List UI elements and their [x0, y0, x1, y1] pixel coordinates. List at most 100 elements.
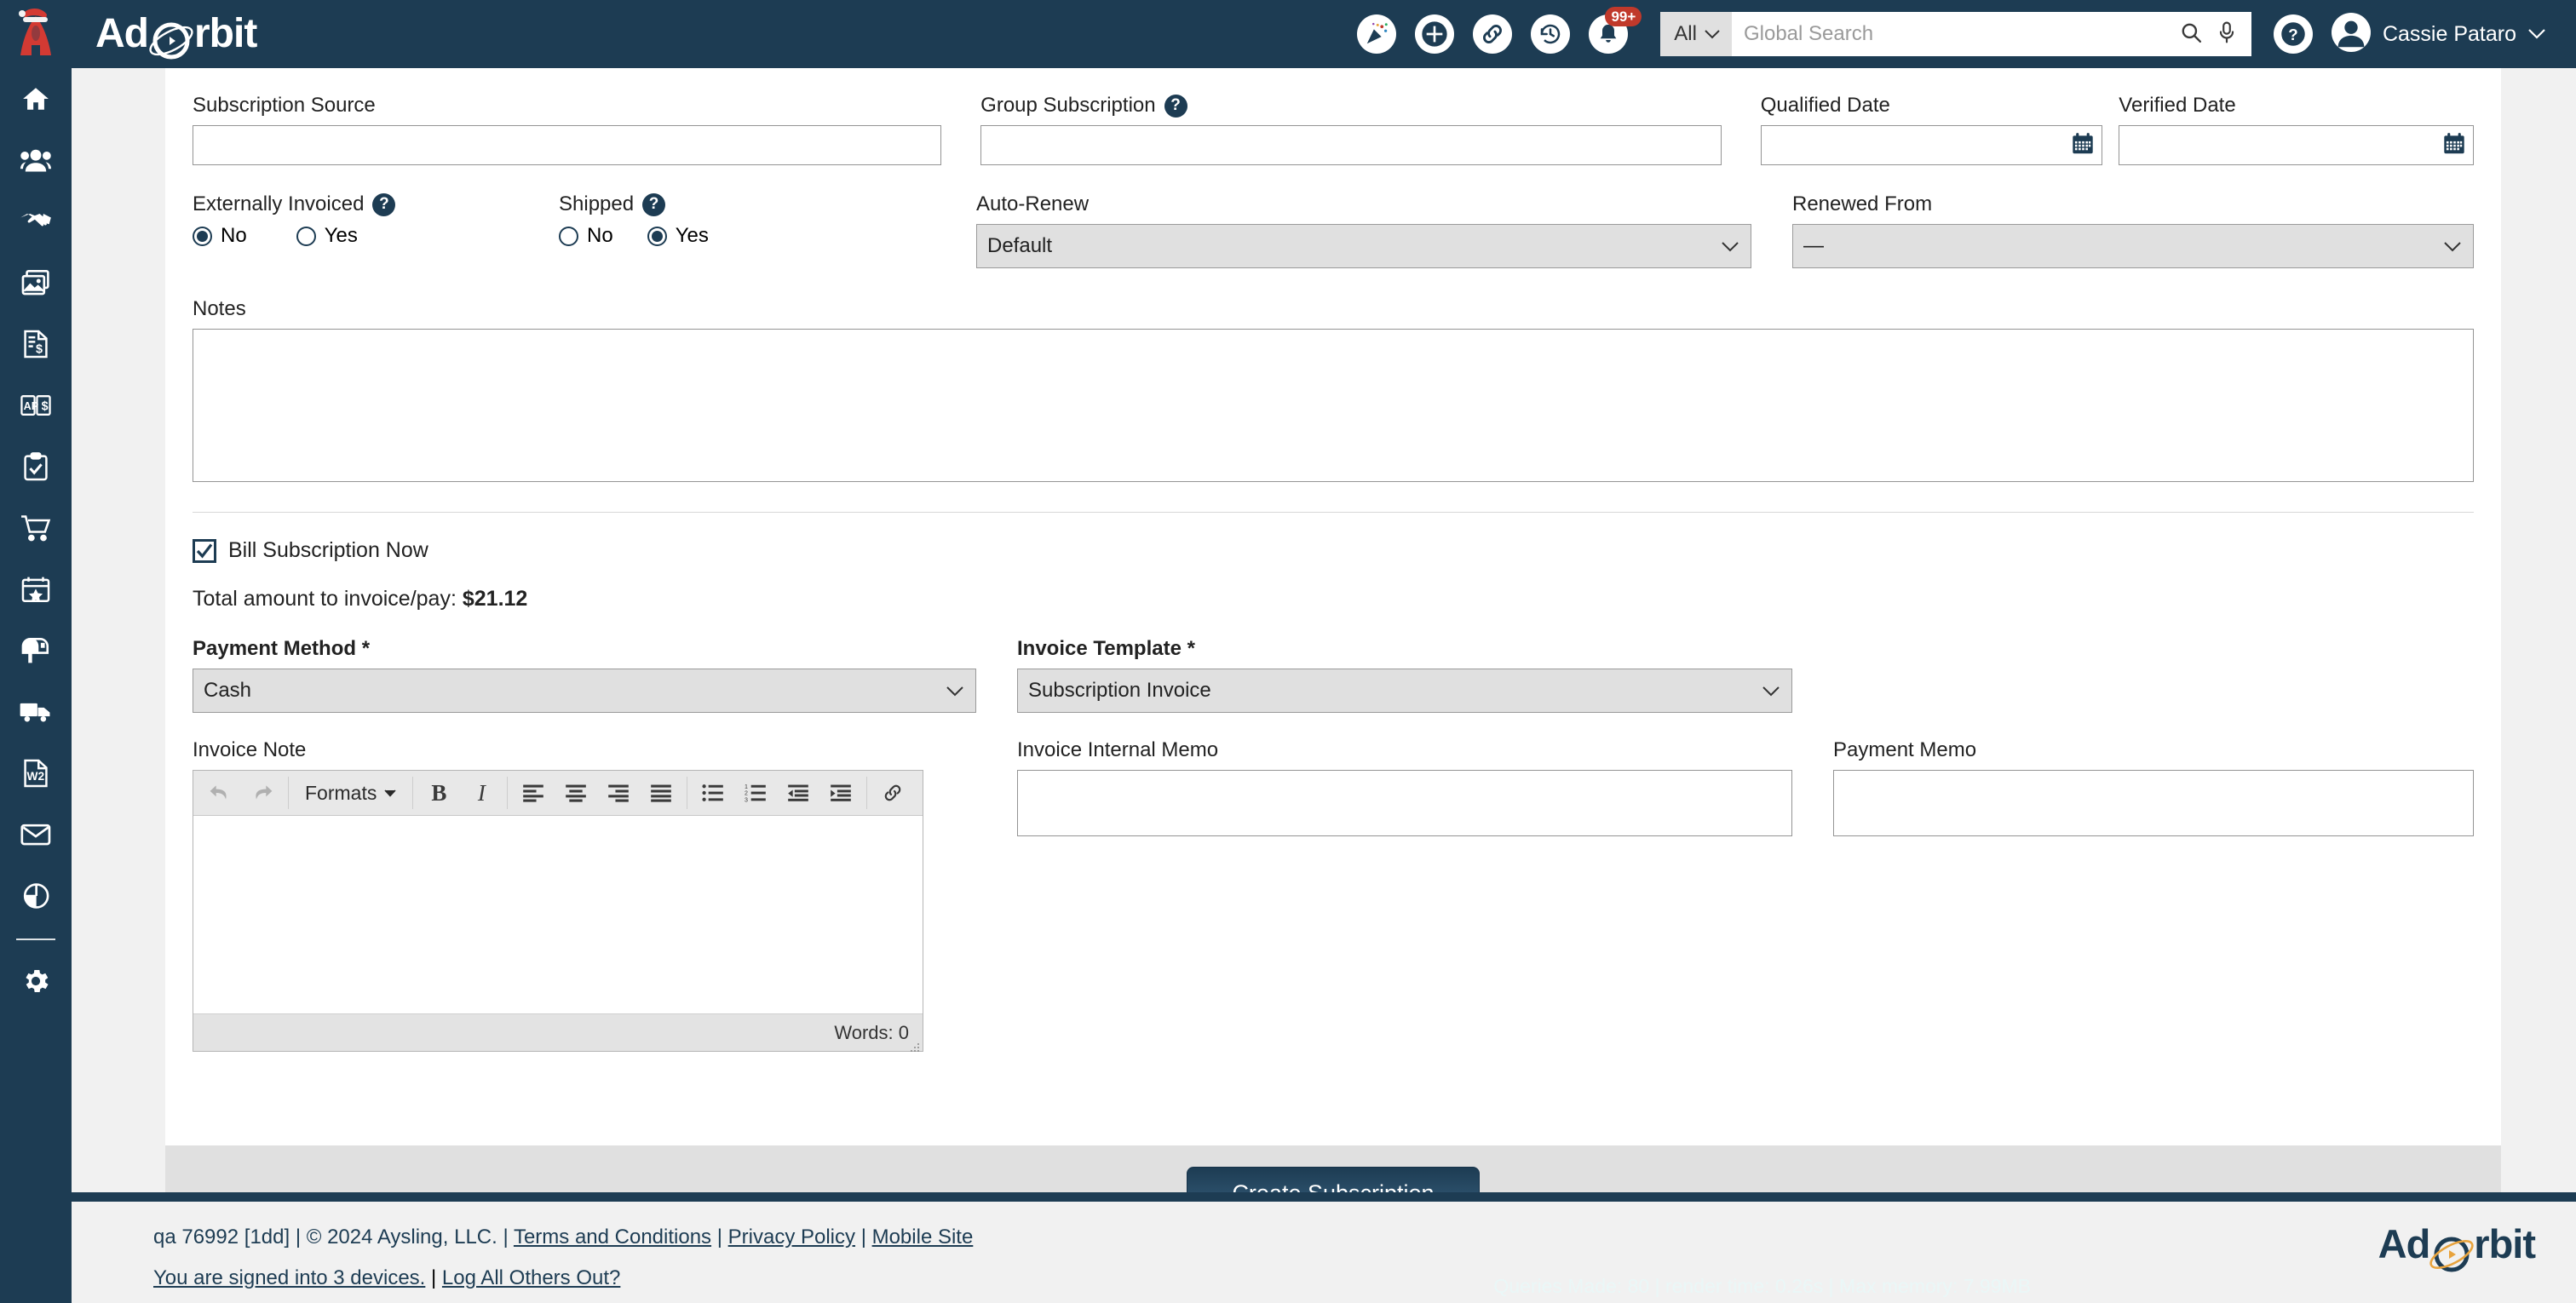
italic-icon[interactable]: I	[460, 774, 503, 812]
indent-icon[interactable]	[819, 774, 862, 812]
bullet-list-icon[interactable]	[692, 774, 734, 812]
link-icon[interactable]	[1473, 14, 1512, 54]
help-icon[interactable]: ?	[2274, 14, 2313, 54]
total-amount-line: Total amount to invoice/pay: $21.12	[193, 587, 2474, 611]
mobile-site-link[interactable]: Mobile Site	[872, 1226, 974, 1248]
sidebar-item-accounts-payable[interactable]: AP $	[0, 375, 72, 436]
sidebar-item-settings[interactable]	[0, 950, 72, 1012]
total-amount-prefix: Total amount to invoice/pay:	[193, 587, 457, 611]
log-all-others-out-link[interactable]: Log All Others Out?	[442, 1266, 620, 1289]
shipped-radio-no[interactable]	[559, 227, 578, 246]
svg-text:W2: W2	[27, 770, 45, 783]
link-icon[interactable]	[871, 774, 914, 812]
sidebar-item-tasks[interactable]	[0, 436, 72, 497]
externally-invoiced-label-text: Externally Invoiced	[193, 192, 364, 216]
formats-label: Formats	[305, 782, 377, 805]
externally-invoiced-radio-group: No Yes	[193, 224, 559, 248]
field-notes: Notes	[193, 297, 2474, 486]
shipped-radio-yes[interactable]	[647, 227, 667, 246]
editor-toolbar: Formats B I	[193, 771, 923, 816]
field-renewed-from: Renewed From —	[1792, 192, 2474, 268]
search-scope-value: All	[1674, 22, 1697, 46]
sidebar-item-deals[interactable]	[0, 191, 72, 252]
invoice-dollar-icon: $	[23, 330, 49, 359]
invoice-template-select[interactable]: Subscription Invoice	[1017, 669, 1792, 713]
redo-icon[interactable]	[241, 774, 284, 812]
history-icon[interactable]	[1531, 14, 1570, 54]
formats-dropdown[interactable]: Formats	[293, 774, 408, 812]
sidebar-item-home[interactable]	[0, 68, 72, 129]
align-center-icon[interactable]	[555, 774, 597, 812]
global-search: All	[1660, 12, 2251, 56]
sidebar-item-contacts[interactable]	[0, 129, 72, 191]
terms-and-conditions-link[interactable]: Terms and Conditions	[514, 1226, 711, 1248]
invoice-note-label: Invoice Note	[193, 738, 976, 762]
notes-textarea[interactable]	[193, 329, 2474, 482]
bold-icon[interactable]: B	[417, 774, 460, 812]
search-input[interactable]	[1732, 12, 2175, 56]
sidebar-item-media[interactable]	[0, 252, 72, 313]
sidebar-item-shipping[interactable]	[0, 681, 72, 743]
verified-date-input[interactable]	[2119, 125, 2474, 165]
subscription-source-input[interactable]	[193, 125, 941, 165]
sidebar-item-w2-forms[interactable]: W2	[0, 743, 72, 804]
shipped-label-text: Shipped	[559, 192, 634, 216]
sidebar-item-orders[interactable]	[0, 497, 72, 559]
align-justify-icon[interactable]	[640, 774, 682, 812]
group-subscription-input[interactable]	[980, 125, 1722, 165]
whats-new-icon[interactable]	[1357, 14, 1396, 54]
payment-method-value: Cash	[204, 679, 251, 703]
sidebar-item-email[interactable]	[0, 804, 72, 865]
shipped-option-no: No	[587, 224, 613, 248]
auto-renew-select[interactable]: Default	[976, 224, 1751, 268]
user-menu[interactable]: Cassie Pataro	[2332, 13, 2545, 56]
align-left-icon[interactable]	[512, 774, 555, 812]
clipboard-check-icon	[23, 452, 49, 481]
externally-invoiced-radio-yes[interactable]	[296, 227, 316, 246]
signed-in-devices-link[interactable]: You are signed into 3 devices.	[153, 1266, 425, 1289]
search-icon[interactable]	[2180, 21, 2202, 48]
svg-text:$: $	[42, 399, 49, 413]
topbar-actions: 99+ All	[1357, 12, 2576, 56]
qualified-date-label: Qualified Date	[1761, 94, 2102, 118]
notifications-icon[interactable]: 99+	[1589, 14, 1628, 54]
help-icon[interactable]: ?	[642, 193, 665, 216]
undo-icon[interactable]	[198, 774, 241, 812]
aysling-rocket-santa-logo[interactable]	[0, 0, 72, 68]
microphone-icon[interactable]	[2217, 21, 2236, 48]
resize-grip[interactable]	[908, 1037, 920, 1049]
bill-subscription-now-checkbox[interactable]	[193, 539, 216, 563]
toolbar-separator	[866, 777, 867, 809]
sidebar-item-subscriptions[interactable]	[0, 620, 72, 681]
payment-method-select[interactable]: Cash	[193, 669, 976, 713]
brand-title: Adrbit	[95, 14, 256, 55]
sidebar-item-invoices[interactable]: $	[0, 313, 72, 375]
sidebar-item-reports[interactable]	[0, 865, 72, 927]
search-scope-dropdown[interactable]: All	[1660, 12, 1732, 56]
payment-memo-textarea[interactable]	[1833, 770, 2474, 836]
invoice-note-editable-area[interactable]	[193, 816, 923, 1013]
footer-brand-logo: Adrbit	[2378, 1220, 2535, 1267]
footer: qa 76992 [1dd] | © 2024 Aysling, LLC. | …	[72, 1202, 2576, 1303]
add-icon[interactable]	[1415, 14, 1454, 54]
field-auto-renew: Auto-Renew Default	[976, 192, 1751, 268]
bill-subscription-now-row[interactable]: Bill Subscription Now	[193, 538, 2474, 563]
help-icon[interactable]: ?	[1164, 95, 1187, 118]
outdent-icon[interactable]	[777, 774, 819, 812]
photos-icon	[21, 269, 50, 296]
help-icon[interactable]: ?	[372, 193, 395, 216]
numbered-list-icon[interactable]: 123	[734, 774, 777, 812]
invoice-internal-memo-textarea[interactable]	[1017, 770, 1792, 836]
sidebar-item-events[interactable]	[0, 559, 72, 620]
externally-invoiced-radio-no[interactable]	[193, 227, 212, 246]
brand-ad-text: Ad	[95, 11, 148, 56]
qualified-date-input[interactable]	[1761, 125, 2102, 165]
privacy-policy-link[interactable]: Privacy Policy	[728, 1226, 855, 1248]
chevron-down-icon	[946, 679, 963, 703]
footer-build: qa 76992 [1dd]	[153, 1226, 290, 1248]
group-subscription-label: Group Subscription ?	[980, 94, 1722, 118]
brand-logo[interactable]: Adrbit	[95, 14, 256, 55]
align-right-icon[interactable]	[597, 774, 640, 812]
mailbox-icon	[21, 637, 50, 664]
renewed-from-select[interactable]: —	[1792, 224, 2474, 268]
